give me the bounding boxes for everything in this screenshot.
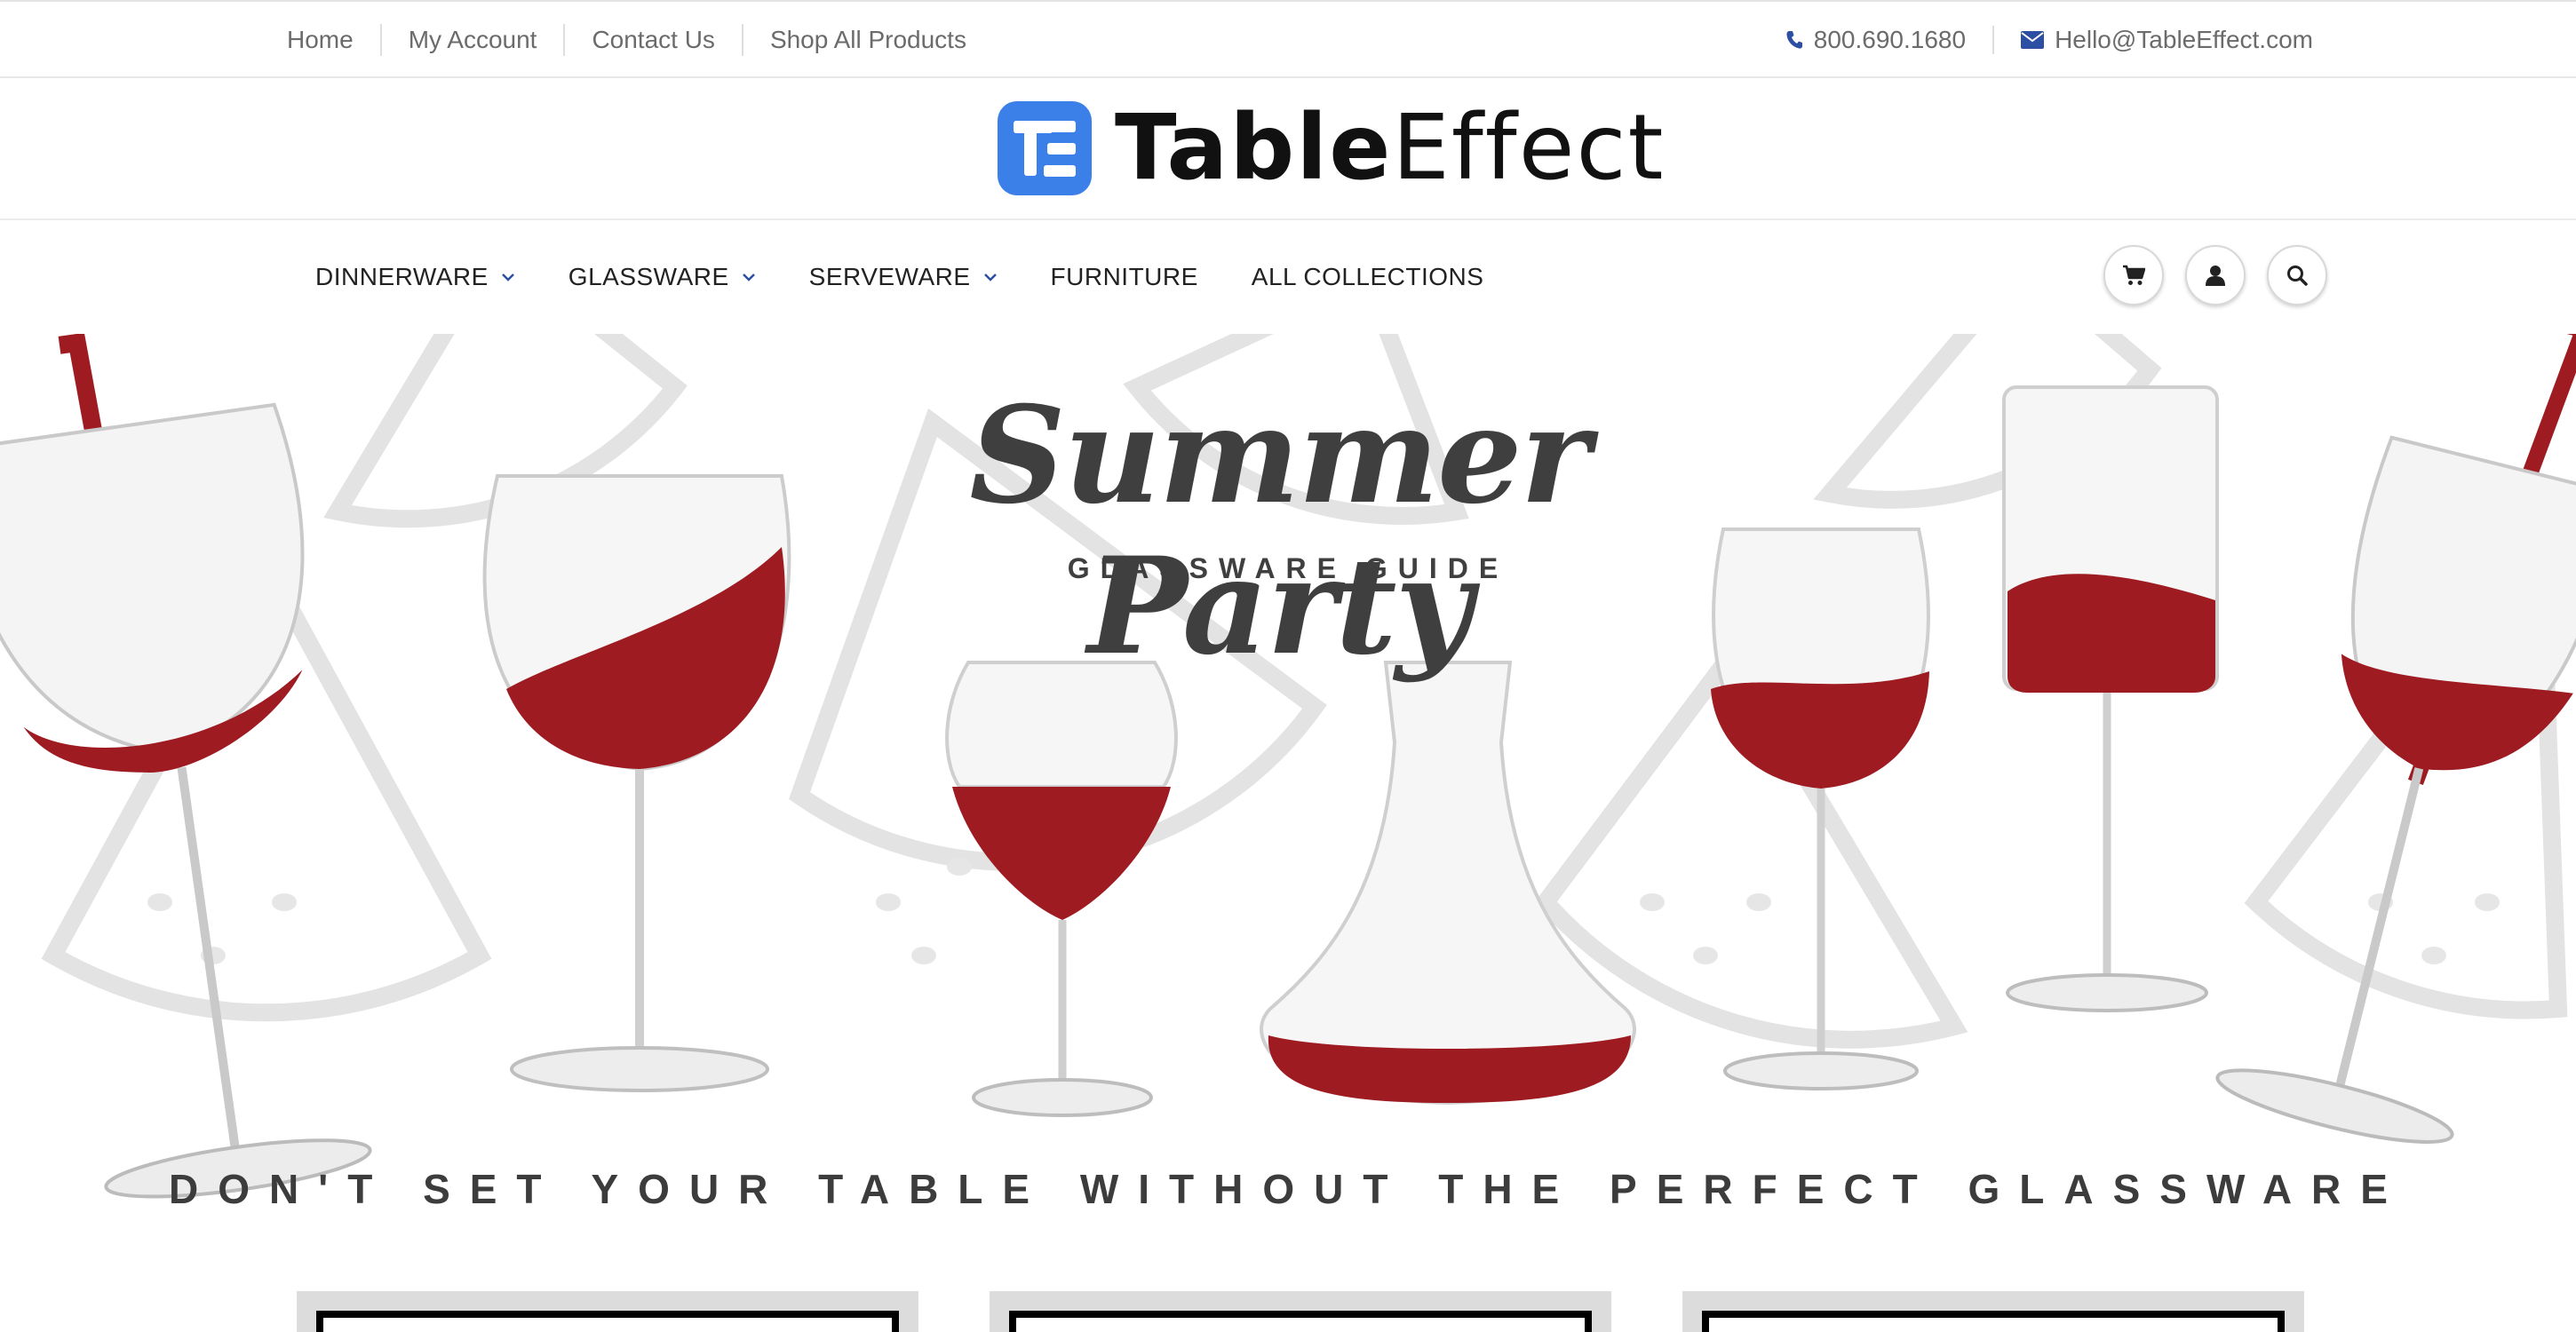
nav-label: DINNERWARE: [315, 263, 489, 290]
cart-button[interactable]: [2103, 245, 2164, 305]
top-utility-bar: Home My Account Contact Us Shop All Prod…: [0, 0, 2576, 78]
nav-item-all-collections[interactable]: ALL COLLECTIONS: [1252, 263, 1484, 291]
nav-label: GLASSWARE: [568, 263, 729, 290]
watermelon-seeds: [147, 858, 2500, 964]
decanter: [1260, 661, 1636, 1106]
card-frame: [1009, 1311, 1592, 1332]
card-frame: [1702, 1311, 2285, 1332]
logo-mark-icon: [998, 101, 1092, 195]
phone-icon: [1786, 31, 1802, 49]
nav-item-serveware[interactable]: SERVEWARE: [809, 263, 998, 291]
collection-card-1[interactable]: [297, 1291, 918, 1332]
phone-link[interactable]: 800.690.1680: [1759, 26, 1992, 54]
account-button[interactable]: [2185, 245, 2246, 305]
glass-1: [0, 334, 372, 1199]
glass-2: [482, 474, 791, 1092]
header-icons: [2082, 245, 2327, 305]
nav-item-furniture[interactable]: FURNITURE: [1051, 263, 1198, 291]
top-link-contact-us[interactable]: Contact Us: [563, 24, 742, 56]
collection-card-3[interactable]: [1682, 1291, 2304, 1332]
top-link-my-account[interactable]: My Account: [379, 24, 564, 56]
collection-card-2[interactable]: [990, 1291, 1611, 1332]
nav-item-glassware[interactable]: GLASSWARE: [568, 263, 756, 291]
nav-label: SERVEWARE: [808, 263, 971, 290]
nav-label: ALL COLLECTIONS: [1251, 263, 1484, 290]
hero-title: Summer Party: [969, 377, 1590, 685]
email-address: Hello@TableEffect.com: [2055, 26, 2313, 53]
email-link[interactable]: Hello@TableEffect.com: [1992, 26, 2313, 54]
search-icon: [2287, 266, 2308, 286]
top-links: Home My Account Contact Us Shop All Prod…: [287, 2, 993, 78]
account-icon: [2206, 266, 2225, 286]
top-link-shop-all-products[interactable]: Shop All Products: [741, 24, 993, 56]
logo-word-bold: Table: [1115, 95, 1393, 201]
phone-number: 800.690.1680: [1813, 26, 1967, 53]
logo-word-light: Effect: [1392, 95, 1666, 201]
glass-5: [1711, 527, 1930, 1090]
glass-7: [2215, 334, 2576, 1144]
envelope-icon: [2021, 31, 2045, 49]
top-link-home[interactable]: Home: [287, 24, 380, 56]
nav-item-dinnerware[interactable]: DINNERWARE: [315, 263, 515, 291]
glass-6: [2002, 385, 2219, 1012]
chevron-down-icon: [501, 274, 514, 281]
main-navigation: DINNERWARE GLASSWARE SERVEWARE FURNITURE…: [0, 220, 2576, 334]
hero-subtitle: GLASSWARE GUIDE: [1067, 552, 1509, 584]
search-button[interactable]: [2267, 245, 2327, 305]
glass-3: [945, 661, 1178, 1117]
logo-row: TableEffect: [0, 78, 2576, 220]
contact-info: 800.690.1680 Hello@TableEffect.com: [1759, 2, 2313, 78]
chevron-down-icon: [742, 274, 755, 281]
chevron-down-icon: [983, 274, 997, 281]
logo-wordmark: TableEffect: [1115, 101, 1666, 195]
card-frame: [316, 1311, 899, 1332]
hero-banner[interactable]: Summer Party GLASSWARE GUIDE DON'T SET Y…: [0, 334, 2576, 1227]
cart-icon: [2123, 265, 2145, 285]
nav-menu: DINNERWARE GLASSWARE SERVEWARE FURNITURE…: [315, 220, 1537, 334]
site-logo[interactable]: TableEffect: [998, 101, 1666, 195]
nav-label: FURNITURE: [1050, 263, 1198, 290]
hero-tagline: DON'T SET YOUR TABLE WITHOUT THE PERFECT…: [169, 1166, 2407, 1212]
